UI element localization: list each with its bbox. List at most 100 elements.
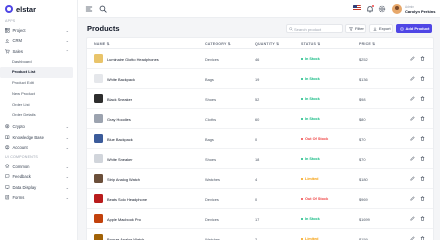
sidebar-item-feedback[interactable]: Feedback ⌄ xyxy=(0,171,77,182)
avatar[interactable] xyxy=(392,4,402,14)
sidebar-item-forms[interactable]: Forms ⌄ xyxy=(0,192,77,203)
table-row[interactable]: Blue Backpack Bags 0 Out Of Stock $70 xyxy=(87,129,433,149)
edit-icon[interactable] xyxy=(410,176,415,181)
product-image xyxy=(94,174,103,183)
product-price: $180 xyxy=(359,176,368,182)
table-row[interactable]: Black Sneaker Shoes 52 In Stock $98 xyxy=(87,89,433,109)
table-row[interactable]: Bronze Analog Watch Watches 2 Limited $159 xyxy=(87,229,433,240)
sidebar-item-common[interactable]: Common ⌄ xyxy=(0,161,77,172)
status-badge: In Stock xyxy=(301,217,320,221)
gear-icon[interactable] xyxy=(378,5,386,13)
edit-icon[interactable] xyxy=(410,196,415,201)
product-price: $136 xyxy=(359,76,368,82)
brand[interactable]: elstar xyxy=(0,0,77,18)
edit-icon[interactable] xyxy=(410,236,415,240)
trash-icon[interactable] xyxy=(420,96,425,101)
search-field[interactable] xyxy=(286,24,343,33)
sidebar-item-project[interactable]: Project ⌄ xyxy=(0,25,77,36)
edit-icon[interactable] xyxy=(410,216,415,221)
table-row[interactable]: Strip Analog Watch Watches 4 Limited $180 xyxy=(87,169,433,189)
product-name[interactable]: White Sneaker xyxy=(107,157,133,162)
status-dot-icon xyxy=(301,97,303,100)
trash-icon[interactable] xyxy=(420,56,425,61)
chevron-down-icon: ⌄ xyxy=(65,38,69,44)
product-price: $98 xyxy=(359,96,366,102)
status-badge: In Stock xyxy=(301,117,320,121)
product-name[interactable]: Bronze Analog Watch xyxy=(107,237,144,240)
table-row[interactable]: Gray Hoodies Cloths 60 In Stock $80 xyxy=(87,109,433,129)
product-image xyxy=(94,74,103,83)
product-name[interactable]: White Backpack xyxy=(107,77,135,82)
sidebar-subitem-order-details[interactable]: Order Details xyxy=(0,110,73,121)
edit-icon[interactable] xyxy=(410,56,415,61)
product-image xyxy=(94,194,103,203)
sidebar-subitem-new-product[interactable]: New Product xyxy=(0,89,73,100)
edit-icon[interactable] xyxy=(410,156,415,161)
sidebar-item-data-display[interactable]: Data Display ⌄ xyxy=(0,182,77,193)
menu-icon[interactable] xyxy=(85,5,93,13)
chevron-down-icon: ⌄ xyxy=(65,163,69,169)
sidebar-item-crm[interactable]: CRM ⌄ xyxy=(0,36,77,47)
product-name[interactable]: Beats Solo Headphone xyxy=(107,197,147,202)
product-name[interactable]: Black Sneaker xyxy=(107,97,132,102)
column-header-status[interactable]: STATUS ⇅ xyxy=(301,42,320,46)
product-name[interactable]: Strip Analog Watch xyxy=(107,177,140,182)
sidebar-subitem-dashboard[interactable]: Dashboard xyxy=(0,57,73,68)
sidebar-subitem-product-list[interactable]: Product List xyxy=(0,67,73,79)
chevron-down-icon: ⌄ xyxy=(65,27,69,33)
product-category: Watches xyxy=(205,176,220,182)
table-row[interactable]: Luminaire Giotto Headphones Devices 46 In S… xyxy=(87,49,433,69)
sidebar-item-sales[interactable]: Sales ⌃ xyxy=(0,46,77,57)
grid-icon xyxy=(5,28,10,33)
column-header-category[interactable]: CATEGORY ⇅ xyxy=(205,42,231,46)
product-name[interactable]: Blue Backpack xyxy=(107,137,133,142)
status-badge: Limited xyxy=(301,177,319,181)
user-name[interactable]: Carolyn Perkins xyxy=(405,9,435,14)
trash-icon[interactable] xyxy=(420,216,425,221)
trash-icon[interactable] xyxy=(420,176,425,181)
filter-button[interactable]: Filter xyxy=(345,24,366,33)
sidebar-item-label: Project xyxy=(12,27,26,33)
trash-icon[interactable] xyxy=(420,76,425,81)
search-input[interactable] xyxy=(294,27,342,32)
sidebar-subitem-order-list[interactable]: Order List xyxy=(0,100,73,111)
trash-icon[interactable] xyxy=(420,236,425,240)
table-row[interactable]: Beats Solo Headphone Devices 0 Out Of Stock… xyxy=(87,189,433,209)
trash-icon[interactable] xyxy=(420,136,425,141)
section-title-ui-components: UI COMPONENTS xyxy=(5,154,38,159)
product-quantity: 0 xyxy=(255,196,258,202)
product-image xyxy=(94,134,103,143)
trash-icon[interactable] xyxy=(420,156,425,161)
product-name[interactable]: Apple Macbook Pro xyxy=(107,217,141,222)
add-product-button[interactable]: Add Product xyxy=(396,24,432,33)
page-title: Products xyxy=(87,24,120,33)
trash-icon[interactable] xyxy=(420,116,425,121)
export-button[interactable]: Export xyxy=(369,24,393,33)
search-icon[interactable] xyxy=(99,5,107,13)
table-row[interactable]: White Backpack Bags 19 In Stock $136 xyxy=(87,69,433,89)
sidebar-subitem-product-edit[interactable]: Product Edit xyxy=(0,78,73,89)
chevron-down-icon: ⌄ xyxy=(65,174,69,180)
column-header-name[interactable]: NAME ⇅ xyxy=(94,42,110,46)
table-row[interactable]: White Sneaker Shoes 18 In Stock $70 xyxy=(87,149,433,169)
product-category: Devices xyxy=(205,56,219,62)
product-category: Shoes xyxy=(205,96,217,102)
edit-icon[interactable] xyxy=(410,116,415,121)
edit-icon[interactable] xyxy=(410,76,415,81)
edit-icon[interactable] xyxy=(410,136,415,141)
table-row[interactable]: Apple Macbook Pro Devices 17 In Stock $1699 xyxy=(87,209,433,229)
status-dot-icon xyxy=(301,77,303,80)
product-name[interactable]: Gray Hoodies xyxy=(107,117,131,122)
edit-icon[interactable] xyxy=(410,96,415,101)
column-header-quantity[interactable]: QUANTITY ⇅ xyxy=(255,42,279,46)
sidebar-item-crypto[interactable]: Crypto ⌄ xyxy=(0,121,77,132)
column-header-price[interactable]: PRICE ⇅ xyxy=(359,42,375,46)
trash-icon[interactable] xyxy=(420,196,425,201)
product-category: Shoes xyxy=(205,156,217,162)
sidebar-item-label: Knowledge Base xyxy=(12,134,44,140)
language-flag-icon[interactable] xyxy=(353,5,361,11)
sidebar-item-account[interactable]: Account ⌄ xyxy=(0,142,77,153)
product-name[interactable]: Luminaire Giotto Headphones xyxy=(107,57,159,62)
chevron-down-icon: ⌄ xyxy=(65,184,69,190)
sidebar-item-knowledge-base[interactable]: Knowledge Base ⌄ xyxy=(0,132,77,143)
